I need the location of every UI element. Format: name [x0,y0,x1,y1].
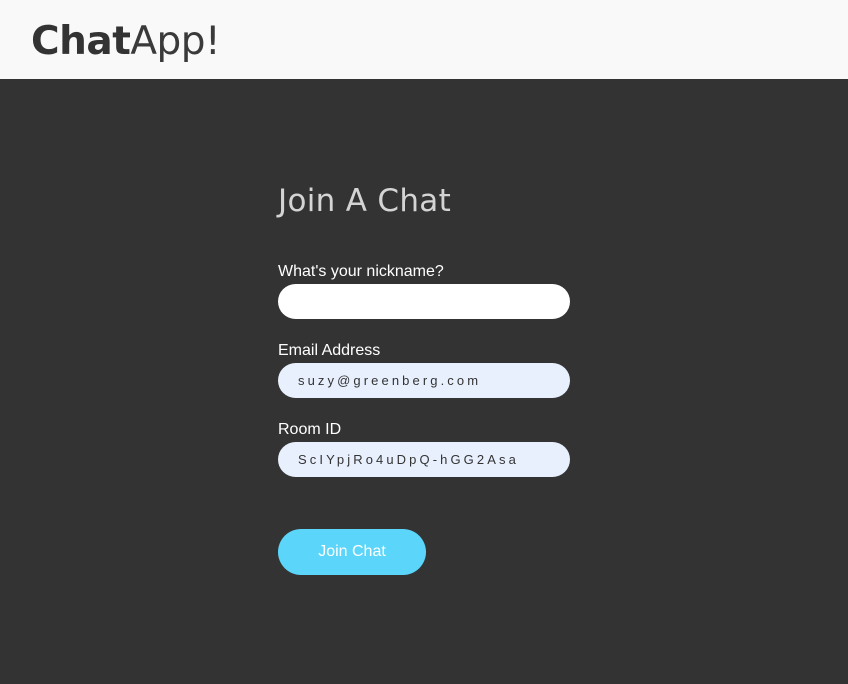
room-id-label: Room ID [278,421,342,438]
logo-bold-text: Chat [31,19,131,64]
room-id-input[interactable] [278,442,570,477]
form-title: Join A Chat [278,183,452,219]
main-content: Join A Chat What's your nickname? Email … [0,79,848,684]
logo-light-text: App! [130,19,221,64]
join-chat-button[interactable]: Join Chat [278,529,426,575]
nickname-label: What's your nickname? [278,263,444,280]
app-logo[interactable]: ChatApp! [31,18,221,66]
email-input[interactable] [278,363,570,398]
nickname-input[interactable] [278,284,570,319]
email-label: Email Address [278,342,381,359]
app-header: ChatApp! [0,0,848,79]
